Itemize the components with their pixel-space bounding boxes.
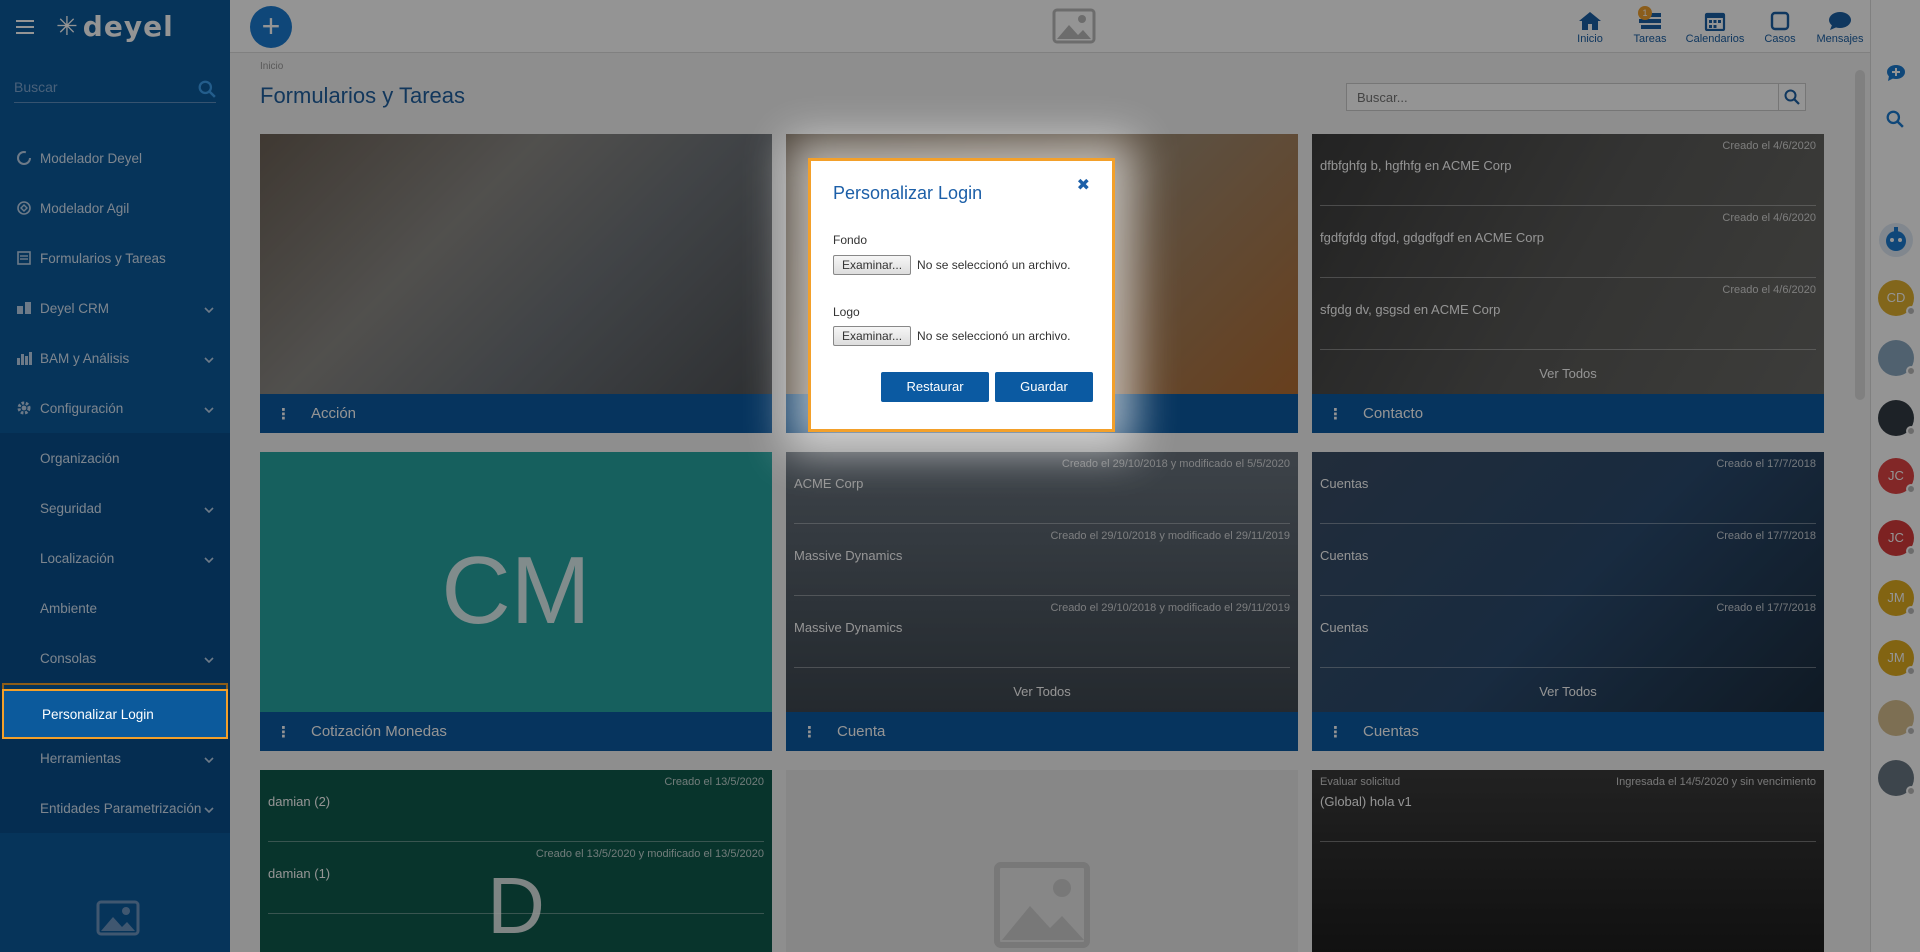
restore-button[interactable]: Restaurar bbox=[881, 372, 989, 402]
fondo-label: Fondo bbox=[833, 233, 868, 247]
fondo-file-input: Examinar... No se seleccionó un archivo. bbox=[833, 255, 1070, 275]
logo-browse-button[interactable]: Examinar... bbox=[833, 326, 912, 346]
personalizar-login-dialog: Personalizar Login ✖ Fondo Examinar... N… bbox=[808, 158, 1115, 432]
logo-file-input: Examinar... No se seleccionó un archivo. bbox=[833, 326, 1070, 346]
dialog-title: Personalizar Login bbox=[833, 183, 983, 203]
close-icon[interactable]: ✖ bbox=[1077, 175, 1090, 195]
save-button[interactable]: Guardar bbox=[995, 372, 1093, 402]
logo-label: Logo bbox=[833, 305, 860, 319]
fondo-browse-button[interactable]: Examinar... bbox=[833, 255, 912, 275]
logo-file-status: No se seleccionó un archivo. bbox=[917, 329, 1071, 343]
fondo-file-status: No se seleccionó un archivo. bbox=[917, 258, 1071, 272]
modal-backdrop[interactable] bbox=[0, 0, 1920, 952]
sidebar-item-personalizar-login-active[interactable]: Personalizar Login bbox=[2, 689, 228, 739]
sidebar-active-highlight[interactable]: Personalizar Login bbox=[0, 689, 230, 739]
